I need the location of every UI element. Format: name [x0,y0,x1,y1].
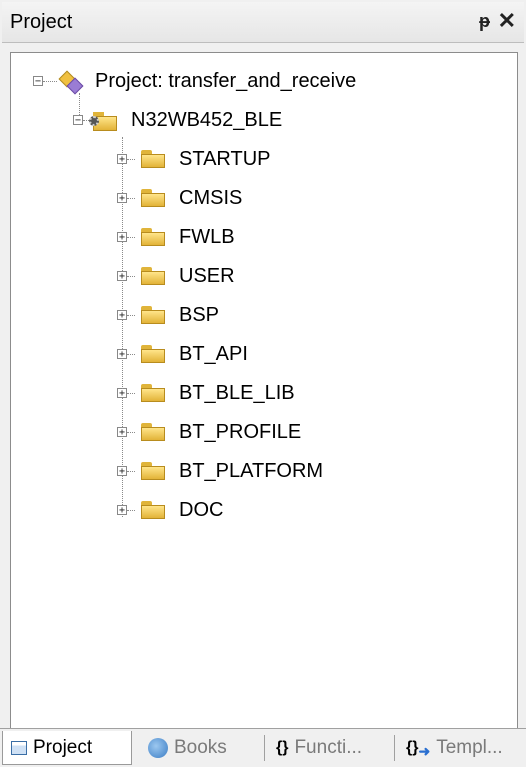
pin-icon[interactable]: ᵽ [479,11,490,32]
books-icon [148,738,168,758]
project-tree: − Project: transfer_and_receive − N32WB4… [10,52,518,730]
project-panel: Project ᵽ ✕ − Project: transfer_and_rece… [0,0,526,767]
tree-node-group[interactable]: + USER [117,259,235,293]
folder-icon [141,345,165,363]
expand-icon[interactable]: + [117,310,127,321]
tree-node-label: USER [179,264,235,287]
project-icon [57,70,84,95]
folder-icon [141,462,165,480]
tab-label: Project [33,736,93,758]
tab-functions[interactable]: {} Functi... [268,731,390,765]
panel-tab-strip: Project Books {} Functi... {}➜ Templ... [0,728,526,767]
close-icon[interactable]: ✕ [498,8,516,34]
folder-icon [141,189,165,207]
tab-project[interactable]: Project [2,731,132,765]
expand-icon[interactable]: + [117,232,127,243]
expand-icon[interactable]: + [117,349,127,360]
tree-node-group[interactable]: + BT_BLE_LIB [117,376,295,410]
project-icon [11,740,27,755]
templates-icon: {}➜ [406,739,431,759]
braces-icon: {} [276,739,289,756]
tab-label: Templ... [436,737,503,758]
tree-node-label: CMSIS [179,186,243,209]
tab-label: Books [174,737,227,758]
tree-node-label: BSP [179,303,220,326]
folder-icon [141,501,165,519]
tree-node-target[interactable]: − N32WB452_BLE [73,103,282,137]
tree-node-label: BT_PROFILE [179,420,302,443]
target-icon [89,110,117,131]
expand-icon[interactable]: + [117,193,127,204]
tree-node-label: BT_API [179,342,248,365]
tree-node-label: FWLB [179,225,235,248]
tree-node-group[interactable]: + STARTUP [117,142,271,176]
tab-label: Functi... [294,737,363,758]
tree-node-group[interactable]: + FWLB [117,220,235,254]
tree-node-group[interactable]: + DOC [117,493,223,527]
folder-icon [141,150,165,168]
folder-icon [141,228,165,246]
tab-books[interactable]: Books [140,731,256,765]
tree-node-group[interactable]: + CMSIS [117,181,242,215]
tree-node-label: STARTUP [179,147,271,170]
folder-icon [141,306,165,324]
expand-icon[interactable]: + [117,427,127,438]
expand-icon[interactable]: + [117,388,127,399]
tree-node-label: N32WB452_BLE [131,108,283,131]
tree-node-group[interactable]: + BT_PLATFORM [117,454,323,488]
expand-icon[interactable]: + [117,271,127,282]
tree-node-group[interactable]: + BT_PROFILE [117,415,301,449]
panel-title: Project [10,11,73,33]
folder-icon [141,267,165,285]
tree-node-label: BT_BLE_LIB [179,381,295,404]
expand-icon[interactable]: + [117,154,127,165]
folder-icon [141,423,165,441]
tab-templates[interactable]: {}➜ Templ... [398,731,524,765]
expand-icon[interactable]: + [117,466,127,477]
folder-icon [141,384,165,402]
collapse-icon[interactable]: − [73,115,83,126]
expand-icon[interactable]: + [117,505,127,516]
collapse-icon[interactable]: − [33,76,43,87]
tree-node-group[interactable]: + BSP [117,298,219,332]
tree-node-label: Project: transfer_and_receive [95,69,357,92]
panel-titlebar: Project ᵽ ✕ [2,2,524,43]
tree-node-label: BT_PLATFORM [179,459,324,482]
tree-node-project[interactable]: − Project: transfer_and_receive [33,64,356,98]
tree-node-group[interactable]: + BT_API [117,337,248,371]
tree-node-label: DOC [179,498,224,521]
